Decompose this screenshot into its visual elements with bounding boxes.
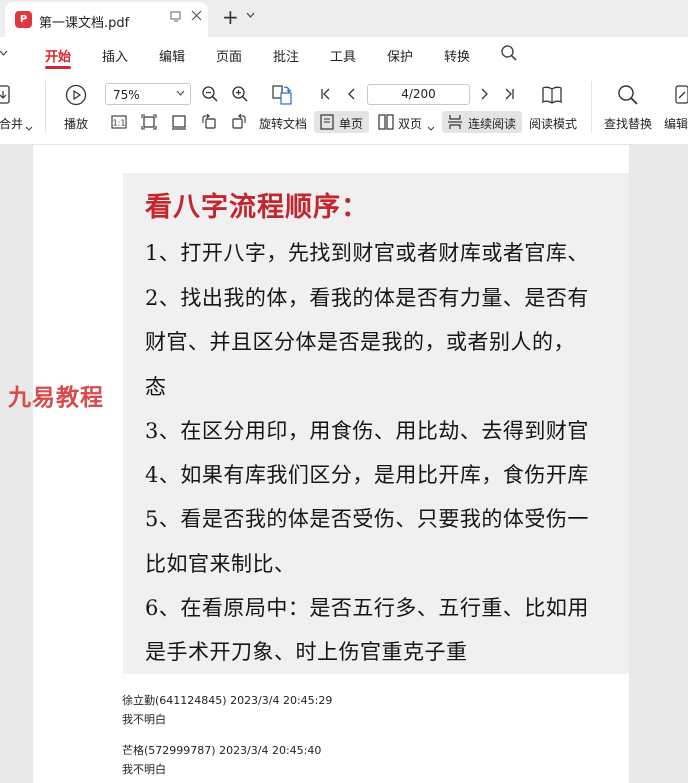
document-line: 财官、并且区分体是否是我的，或者别人的， <box>145 330 575 354</box>
actual-size-icon[interactable]: 1:1 <box>111 114 127 133</box>
document-line: 5、看是否我的体是否受伤、只要我的体受伤一 <box>145 507 589 531</box>
merge-icon[interactable] <box>0 84 12 109</box>
document-viewport[interactable]: 看八字流程顺序： 1、打开八字，先找到财官或者财库或者官库、 2、找出我的体，看… <box>0 145 688 783</box>
zoom-in-icon[interactable] <box>231 85 249 106</box>
zoom-out-icon[interactable] <box>201 85 219 106</box>
pdf-page[interactable]: 看八字流程顺序： 1、打开八字，先找到财官或者财库或者官库、 2、找出我的体，看… <box>33 145 629 783</box>
ribbon-toolbar: 合并 播放 75% 1:1 旋转文档 4/200 单页 双页 连续阅读 阅读模式… <box>0 73 688 145</box>
reading-mode-icon[interactable] <box>541 84 563 109</box>
toolbar-separator <box>591 81 592 133</box>
play-label[interactable]: 播放 <box>64 115 88 132</box>
single-page-button[interactable]: 单页 <box>314 111 369 133</box>
document-line: 态 <box>145 375 167 399</box>
document-line: 1、打开八字，先找到财官或者财库或者官库、 <box>145 241 589 265</box>
collapse-chevron-icon[interactable] <box>0 48 8 59</box>
reading-mode-label[interactable]: 阅读模式 <box>529 115 577 132</box>
play-icon[interactable] <box>65 84 87 109</box>
menu-home[interactable]: 开始 <box>45 46 71 65</box>
watermark-text: 九易教程 <box>8 385 104 411</box>
zoom-select[interactable]: 75% <box>105 83 191 105</box>
search-icon[interactable] <box>500 44 518 65</box>
chevron-down-icon[interactable] <box>246 11 255 21</box>
comment-text: 我不明白 <box>122 713 166 726</box>
first-page-icon[interactable] <box>320 88 332 103</box>
restore-icon[interactable] <box>170 11 182 25</box>
continuous-reading-label: 连续阅读 <box>468 117 517 131</box>
document-line: 4、如果有库我们区分，是用比开库，食伤开库 <box>145 463 589 487</box>
menu-page[interactable]: 页面 <box>216 46 242 65</box>
document-line: 3、在区分用印，用食伤、用比劫、去得到财官 <box>145 419 589 443</box>
comment-text: 我不明白 <box>122 763 166 776</box>
document-tab[interactable]: P 第一课文档.pdf <box>5 2 208 37</box>
menu-protect[interactable]: 保护 <box>387 46 413 65</box>
active-menu-indicator <box>45 66 71 69</box>
menu-insert[interactable]: 插入 <box>102 46 128 65</box>
rotate-left-icon[interactable] <box>201 113 217 133</box>
embedded-text-image: 看八字流程顺序： 1、打开八字，先找到财官或者财库或者官库、 2、找出我的体，看… <box>123 173 629 674</box>
document-line: 6、在看原局中：是否五行多、五行重、比如用 <box>145 596 589 620</box>
merge-label[interactable]: 合并 <box>0 115 23 132</box>
merge-dropdown-icon[interactable] <box>25 120 33 134</box>
close-tab-icon[interactable] <box>191 10 202 25</box>
double-page-label: 双页 <box>398 117 423 131</box>
edit-icon[interactable] <box>675 84 688 109</box>
rotate-document-label[interactable]: 旋转文档 <box>259 115 307 132</box>
page-number-input[interactable]: 4/200 <box>367 84 470 105</box>
document-line: 比如官来制比、 <box>145 552 296 576</box>
document-line: 2、找出我的体，看我的体是否有力量、是否有 <box>145 286 589 310</box>
menu-annotate[interactable]: 批注 <box>273 46 299 65</box>
menu-convert[interactable]: 转换 <box>444 46 470 65</box>
comment-author-timestamp: 徐立勤(641124845) 2023/3/4 20:45:29 <box>122 694 333 707</box>
continuous-reading-icon <box>448 114 462 133</box>
find-replace-label[interactable]: 查找替换 <box>604 115 652 132</box>
last-page-icon[interactable] <box>503 88 515 103</box>
document-heading: 看八字流程顺序： <box>145 192 369 223</box>
double-page-icon <box>378 114 394 133</box>
svg-text:1:1: 1:1 <box>113 119 126 128</box>
previous-page-icon[interactable] <box>346 88 358 103</box>
tab-title: 第一课文档.pdf <box>39 16 130 31</box>
single-page-label: 单页 <box>339 117 364 131</box>
menu-bar: 开始 插入 编辑 页面 批注 工具 保护 转换 <box>0 37 688 73</box>
menu-edit[interactable]: 编辑 <box>159 46 185 65</box>
menu-tools[interactable]: 工具 <box>330 46 356 65</box>
pdf-app-logo: P <box>15 11 32 28</box>
single-page-icon <box>320 114 334 133</box>
double-page-button[interactable]: 双页 <box>375 111 437 133</box>
fit-width-icon[interactable] <box>171 114 187 133</box>
find-replace-icon[interactable] <box>617 84 639 109</box>
continuous-reading-button[interactable]: 连续阅读 <box>442 111 522 133</box>
document-line: 是手术开刀象、时上伤官重克子重 <box>145 640 468 664</box>
new-tab-plus-icon[interactable]: + <box>222 5 239 29</box>
rotate-document-icon[interactable] <box>271 84 293 109</box>
edit-label[interactable]: 编辑 <box>664 115 688 132</box>
comment-author-timestamp: 芒格(572999787) 2023/3/4 20:45:40 <box>122 744 322 757</box>
rotate-right-icon[interactable] <box>231 113 247 133</box>
chevron-down-icon <box>176 89 185 99</box>
fit-page-icon[interactable] <box>141 114 157 133</box>
tab-bar: P 第一课文档.pdf + <box>0 0 688 37</box>
zoom-value: 75% <box>113 88 140 102</box>
chevron-down-icon <box>427 120 435 134</box>
toolbar-separator <box>45 81 46 133</box>
next-page-icon[interactable] <box>478 88 490 103</box>
